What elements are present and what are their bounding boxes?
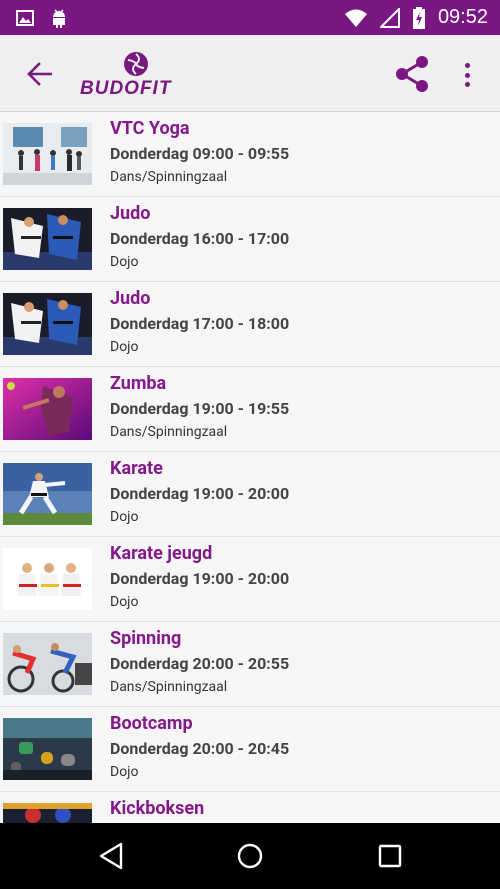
class-thumbnail: [3, 123, 92, 185]
dot-icon: [464, 72, 470, 78]
class-thumbnail: [3, 548, 92, 610]
class-time: Donderdag 20:00 - 20:45: [110, 739, 290, 758]
nav-back-icon: [99, 842, 123, 870]
class-thumbnail: [3, 803, 92, 823]
class-time: Donderdag 20:00 - 20:55: [110, 654, 290, 673]
class-title: Spinning: [110, 628, 182, 649]
class-title: Zumba: [110, 373, 167, 394]
battery-icon: [412, 6, 425, 29]
overflow-menu-button[interactable]: [455, 57, 479, 93]
class-time: Donderdag 16:00 - 17:00: [110, 229, 290, 248]
app-bar: BUDOFIT: [0, 35, 500, 112]
wifi-icon: [344, 9, 367, 27]
clock: 09:52: [437, 6, 488, 28]
status-bar: 09:52: [0, 0, 500, 35]
class-list-item[interactable]: Karate Donderdag 19:00 - 20:00 Dojo: [0, 452, 500, 537]
class-list-item[interactable]: Spinning Donderdag 20:00 - 20:55 Dans/Spin…: [0, 622, 500, 707]
class-time: Donderdag 19:00 - 20:00: [110, 484, 290, 503]
arrow-back-icon: [27, 62, 52, 86]
nav-back-button[interactable]: [96, 840, 128, 872]
class-thumbnail: [3, 293, 92, 355]
signal-icon: [379, 7, 400, 28]
class-location: Dans/Spinningzaal: [110, 424, 228, 440]
class-title: Kickboksen: [110, 798, 205, 819]
class-location: Dojo: [110, 254, 139, 270]
logo-text-fit: FIT: [139, 78, 172, 99]
class-list-item[interactable]: Judo Donderdag 16:00 - 17:00 Dojo: [0, 197, 500, 282]
class-list-item[interactable]: Zumba Donderdag 19:00 - 19:55 Dans/Spinnin…: [0, 367, 500, 452]
class-title: VTC Yoga: [110, 118, 190, 139]
navigation-bar: [0, 823, 500, 889]
class-location: Dans/Spinningzaal: [110, 679, 228, 695]
class-location: Dojo: [110, 509, 139, 525]
class-location: Dans/Spinningzaal: [110, 169, 228, 185]
class-time: Donderdag 09:00 - 09:55: [110, 144, 290, 163]
android-notification-icon: [53, 9, 65, 28]
dot-icon: [464, 63, 470, 68]
class-list-item[interactable]: Kickboksen: [0, 792, 500, 823]
share-button[interactable]: [392, 54, 432, 94]
budofit-logo: BUDOFIT: [80, 51, 195, 99]
back-button[interactable]: [20, 55, 58, 93]
nav-home-button[interactable]: [234, 840, 266, 872]
dot-icon: [464, 82, 470, 87]
logo-emblem-icon: [124, 52, 148, 76]
class-location: Dojo: [110, 594, 139, 610]
nav-recents-icon: [378, 844, 402, 868]
class-thumbnail: [3, 208, 92, 270]
class-location: Dojo: [110, 339, 139, 355]
class-list[interactable]: VTC Yoga Donderdag 09:00 - 09:55 Dans/Spin…: [0, 112, 500, 823]
class-thumbnail: [3, 633, 92, 695]
class-location: Dojo: [110, 764, 139, 780]
logo-text-budo: BUDO: [80, 78, 140, 99]
class-list-item[interactable]: VTC Yoga Donderdag 09:00 - 09:55 Dans/Spin…: [0, 112, 500, 197]
share-icon: [396, 56, 428, 92]
class-list-item[interactable]: Karate jeugd Donderdag 19:00 - 20:00 Dojo: [0, 537, 500, 622]
class-thumbnail: [3, 378, 92, 440]
class-thumbnail: [3, 718, 92, 780]
class-time: Donderdag 19:00 - 20:00: [110, 569, 290, 588]
class-thumbnail: [3, 463, 92, 525]
class-title: Bootcamp: [110, 713, 193, 734]
class-title: Karate jeugd: [110, 543, 213, 564]
class-title: Judo: [110, 288, 151, 309]
image-notification-icon: [16, 10, 34, 26]
class-time: Donderdag 17:00 - 18:00: [110, 314, 290, 333]
class-time: Donderdag 19:00 - 19:55: [110, 399, 290, 418]
class-list-item[interactable]: Judo Donderdag 17:00 - 18:00 Dojo: [0, 282, 500, 367]
class-title: Karate: [110, 458, 163, 479]
nav-recents-button[interactable]: [374, 840, 406, 872]
class-title: Judo: [110, 203, 151, 224]
nav-home-icon: [237, 843, 263, 869]
class-list-item[interactable]: Bootcamp Donderdag 20:00 - 20:45 Dojo: [0, 707, 500, 792]
